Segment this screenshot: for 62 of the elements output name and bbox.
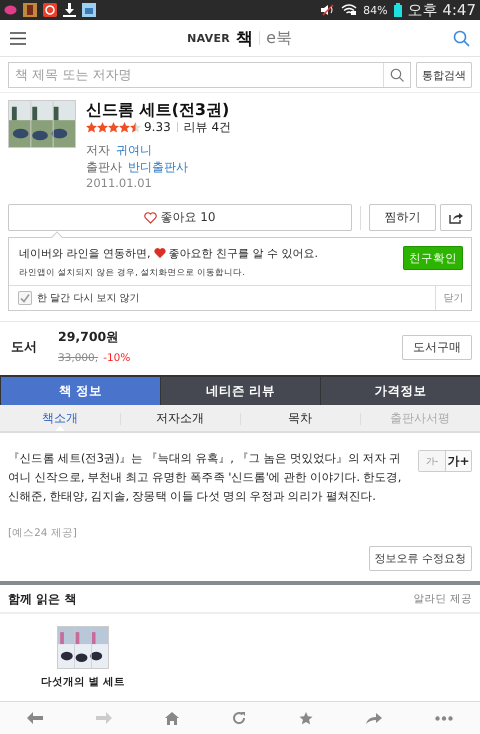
book-description: 『신드롬 세트(전3권)』는 『늑대의 유혹』, 『그 놈은 멋있었다』의 저자 귀여니 신작으로, 부천내 최고 유명한 폭주족 '신드롬'에 관한 이야기다. 한도경, 신해준, 한태양, 김지솔, 장몽택 이들 다섯 명의 우정과 의리가 펼쳐진다. xyxy=(8,450,402,505)
wishlist-button[interactable]: 찜하기 xyxy=(369,204,436,231)
section-title[interactable]: 책 xyxy=(236,26,254,50)
wifi-icon xyxy=(341,4,358,16)
buy-book-button[interactable]: 도서구매 xyxy=(402,334,472,360)
original-price: 33,000, xyxy=(58,352,98,364)
checkbox-label[interactable]: 한 달간 다시 보지 않기 xyxy=(37,291,140,305)
section-title: 함께 읽은 책 xyxy=(8,590,76,608)
clock: 오후 4:47 xyxy=(408,0,476,20)
refresh-icon[interactable] xyxy=(232,711,246,725)
book-title: 신드롬 세트(전3권) xyxy=(86,100,230,120)
star-icon xyxy=(108,122,119,133)
provider-credit: 알라딘 제공 xyxy=(414,592,472,606)
battery-icon xyxy=(394,3,402,17)
app-icon[interactable] xyxy=(43,3,57,17)
share-icon xyxy=(449,212,463,224)
heart-icon xyxy=(154,248,166,259)
integrated-search-button[interactable]: 통합검색 xyxy=(416,62,472,88)
menu-icon[interactable] xyxy=(10,32,26,44)
battery-percent: 84% xyxy=(363,4,388,16)
author-link[interactable]: 귀여니 xyxy=(116,142,152,157)
home-icon[interactable] xyxy=(164,712,179,724)
review-count[interactable]: 리뷰 4건 xyxy=(184,120,232,135)
book-title[interactable]: 다섯개의 별 세트 xyxy=(40,675,126,689)
notice-message: 좋아요한 친구를 알 수 있어요. xyxy=(168,246,318,261)
checkbox[interactable] xyxy=(18,291,32,305)
search-icon[interactable] xyxy=(453,30,470,46)
app-icon[interactable] xyxy=(23,3,37,17)
download-icon[interactable] xyxy=(63,3,76,17)
discount-rate: -10% xyxy=(103,352,130,364)
sub-tab[interactable]: 목차 xyxy=(240,405,360,431)
notice-subtext: 라인앱이 설치되지 않은 경우, 설치화면으로 이동합니다. xyxy=(19,267,246,279)
ebook-link[interactable]: e북 xyxy=(266,28,292,48)
star-icon[interactable] xyxy=(299,712,314,724)
author-label: 저자 xyxy=(86,142,110,157)
share-button[interactable] xyxy=(440,204,472,231)
format-label: 도서 xyxy=(11,339,38,356)
notice-message: 네이버와 라인을 연동하면, xyxy=(19,246,150,261)
star-icon xyxy=(130,122,141,133)
star-icon xyxy=(119,122,130,133)
muted-speaker-icon xyxy=(321,4,336,16)
font-larger-button[interactable]: 가+ xyxy=(445,451,471,471)
share-icon[interactable] xyxy=(366,712,382,724)
report-error-button[interactable]: 정보오류 수정요청 xyxy=(368,546,472,571)
like-button[interactable]: 좋아요 10 xyxy=(8,204,352,231)
star-icon xyxy=(97,122,108,133)
sub-tab[interactable]: 책소개 xyxy=(0,405,120,431)
publisher-link[interactable]: 반디출판사 xyxy=(128,160,188,174)
sale-price: 29,700원 xyxy=(58,329,120,346)
rating-score: 9.33 xyxy=(144,120,171,135)
brand-logo[interactable]: NAVER xyxy=(187,32,230,44)
publish-date: 2011.01.01 xyxy=(86,177,153,192)
publisher-label: 출판사 xyxy=(86,160,122,174)
more-icon[interactable] xyxy=(435,716,454,720)
star-icon xyxy=(86,122,97,133)
tab[interactable]: 책 정보 xyxy=(0,377,160,405)
chat-icon[interactable] xyxy=(4,4,17,16)
app-icon[interactable] xyxy=(82,3,96,17)
back-icon[interactable] xyxy=(26,712,43,724)
search-icon xyxy=(390,68,404,82)
source-credit: [예스24 제공] xyxy=(8,526,78,540)
sub-tab[interactable]: 저자소개 xyxy=(120,405,240,431)
